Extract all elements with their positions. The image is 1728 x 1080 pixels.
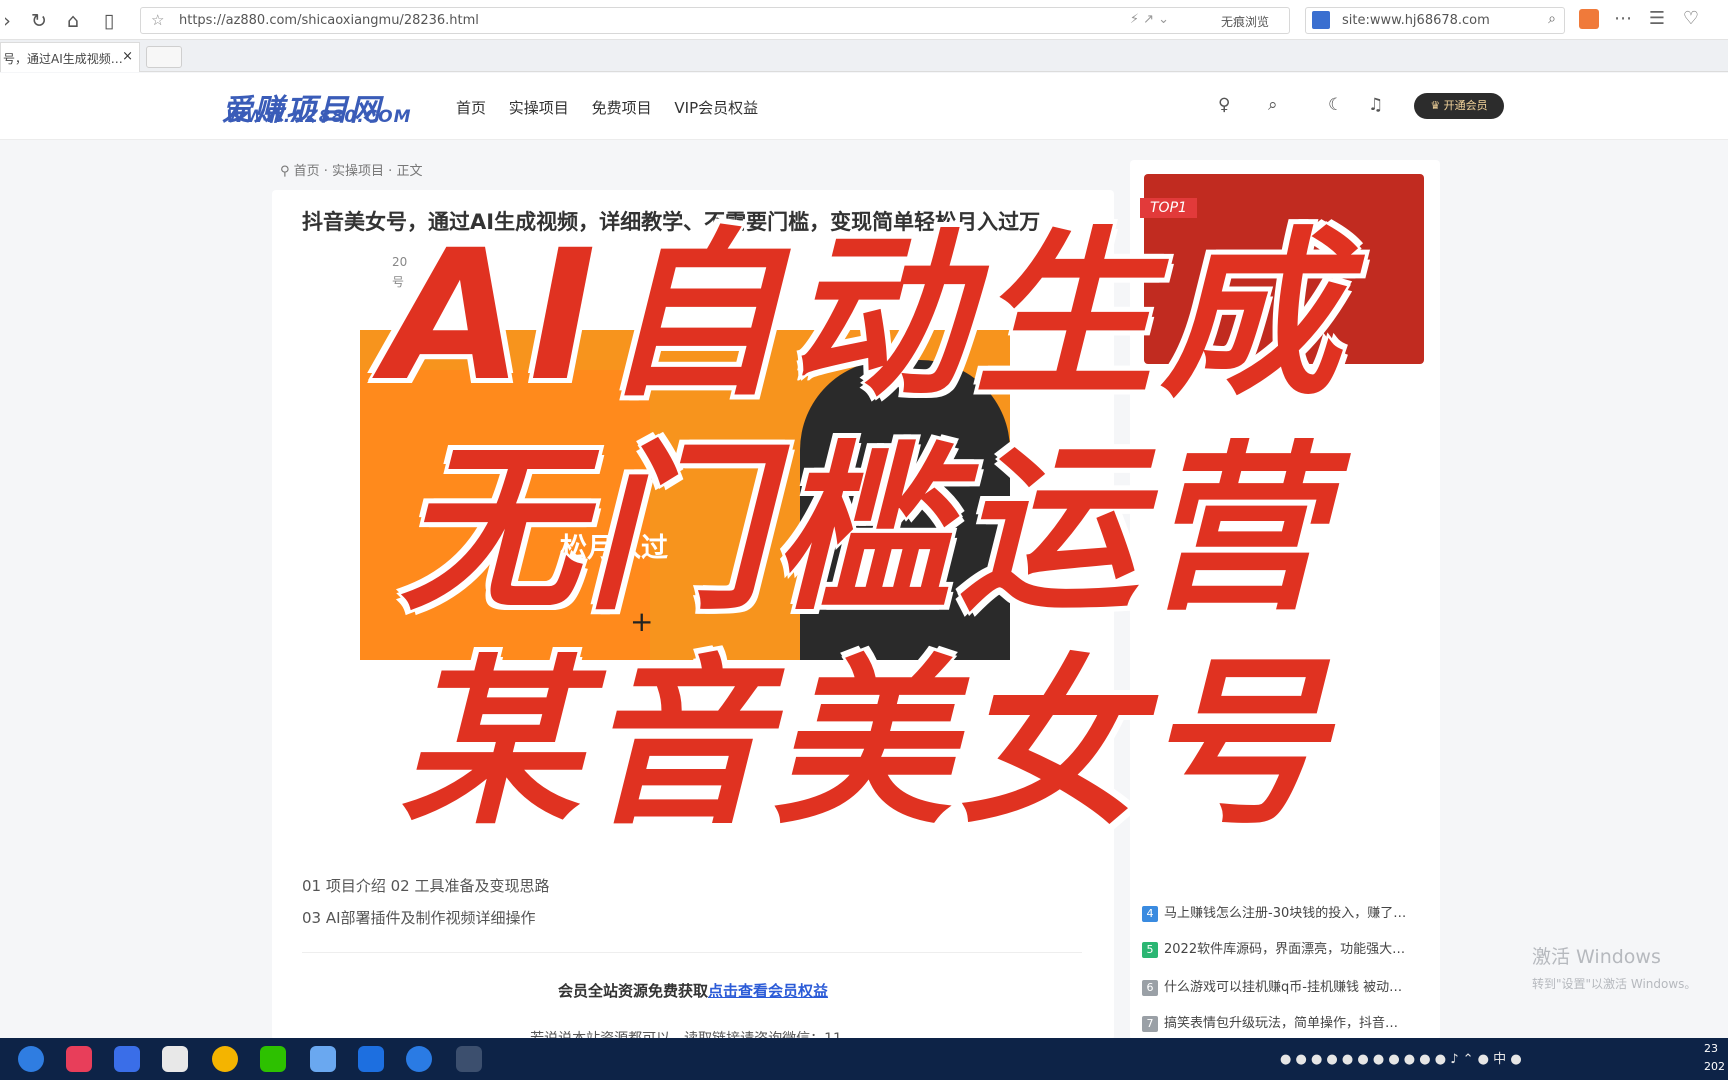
hot-rank: 6 (1142, 980, 1158, 996)
address-tools-icon[interactable]: ⚡ ↗ ⌄ (1130, 12, 1169, 27)
menu-icon[interactable]: ☰ (1640, 8, 1674, 29)
feather-icon[interactable] (358, 1046, 384, 1072)
site-logo[interactable]: 爱赚项目网 WWW.AZ880.COM (222, 85, 411, 129)
hot-list-item[interactable]: 6 什么游戏可以挂机赚q币-挂机赚钱 被动… (1142, 976, 1432, 996)
windows-activation-watermark: 激活 Windows 转到"设置"以激活 Windows。 (1532, 942, 1696, 992)
article-outline: 01 项目介绍 02 工具准备及变现思路 03 AI部署插件及制作视频详细操作 (302, 870, 549, 934)
address-bar[interactable]: ☆ https://az880.com/shicaoxiangmu/28236.… (140, 7, 1290, 34)
tab-bar: 号，通过AI生成视频… × (0, 40, 1728, 72)
member-notice: 会员全站资源免费获取点击查看会员权益 (272, 980, 1114, 1001)
chrome-icon[interactable] (212, 1046, 238, 1072)
shield-icon[interactable] (114, 1046, 140, 1072)
search-icon[interactable]: ⌕ (1548, 11, 1556, 27)
ime-indicator[interactable]: 中 (1493, 1052, 1506, 1067)
hot-list-item[interactable]: 5 2022软件库源码，界面漂亮，功能强大… (1142, 938, 1432, 958)
vip-button-label: 开通会员 (1443, 99, 1488, 112)
shirt-icon[interactable]: ♡ (1674, 8, 1708, 29)
bookmark-star-icon[interactable]: ☆ (151, 11, 164, 29)
reload-icon[interactable]: ↻ (26, 8, 52, 34)
hot-rank: 5 (1142, 942, 1158, 958)
app-icon[interactable] (310, 1046, 336, 1072)
logo-en: WWW.AZ880.COM (226, 107, 412, 127)
clock-time: 23 (1704, 1042, 1718, 1055)
taskbar-clock[interactable]: 23 202 (1704, 1040, 1725, 1076)
search-engine-icon[interactable] (1312, 11, 1330, 29)
search-input[interactable]: site:www.hj68678.com ⌕ (1305, 7, 1565, 34)
breadcrumb: ⚲ 首页 · 实操项目 · 正文 (280, 164, 423, 179)
tab-close-icon[interactable]: × (122, 49, 133, 64)
hot-rank: 7 (1142, 1016, 1158, 1032)
search-icon[interactable] (18, 1046, 44, 1072)
hot-rank: 4 (1142, 906, 1158, 922)
hot-title: 2022软件库源码，界面漂亮，功能强大… (1164, 942, 1406, 957)
member-benefits-link[interactable]: 点击查看会员权益 (708, 982, 828, 1000)
translate-icon[interactable] (1572, 8, 1606, 29)
system-tray[interactable]: ● ● ● ● ● ● ● ● ● ● ● ♪ ⌃ ● 中 ● (1280, 1048, 1522, 1067)
hot-title: 马上赚钱怎么注册-30块钱的投入，赚了… (1164, 906, 1407, 921)
hot-title: 什么游戏可以挂机赚q币-挂机赚钱 被动… (1164, 980, 1403, 995)
incognito-mode-label[interactable]: 无痕浏览 (1221, 13, 1269, 30)
moon-icon[interactable]: ☾ (1328, 95, 1343, 115)
back-icon[interactable]: › (0, 8, 20, 34)
caption-line-2: 无门槛运营 (397, 424, 1330, 638)
wechat-icon[interactable] (260, 1046, 286, 1072)
app-icon[interactable] (66, 1046, 92, 1072)
home-icon[interactable]: ⌂ (60, 8, 86, 34)
hot-list-item[interactable]: 7 搞笑表情包升级玩法，简单操作，抖音… (1142, 1012, 1432, 1032)
nav-projects[interactable]: 实操项目 (509, 99, 569, 117)
active-app-icon[interactable] (456, 1046, 482, 1072)
bell-icon[interactable]: ♫ (1368, 95, 1383, 115)
url-text: https://az880.com/shicaoxiangmu/28236.ht… (179, 13, 479, 28)
bulb-icon[interactable]: ♀ (1218, 95, 1230, 115)
browser-right-tools: ⋯ ☰ ♡ (1572, 8, 1708, 29)
site-nav: 首页 实操项目 免费项目 VIP会员权益 (456, 97, 776, 118)
activation-title: 激活 Windows (1532, 946, 1661, 968)
notes-icon[interactable] (162, 1046, 188, 1072)
nav-free[interactable]: 免费项目 (592, 99, 652, 117)
member-prefix: 会员全站资源免费获取 (557, 982, 708, 1000)
reader-icon[interactable]: ▯ (96, 8, 122, 34)
browser-toolbar: › ↻ ⌂ ▯ ☆ https://az880.com/shicaoxiangm… (0, 0, 1728, 40)
video-caption-overlay: AI自动生成 无门槛运营 某音美女号 (200, 210, 1530, 852)
search-icon[interactable]: ⌕ (1268, 95, 1278, 115)
tab-current[interactable]: 号，通过AI生成视频… × (0, 42, 140, 72)
tab-title: 号，通过AI生成视频… (3, 52, 123, 66)
caption-line-1: AI自动生成 (381, 210, 1347, 424)
windows-taskbar: ● ● ● ● ● ● ● ● ● ● ● ♪ ⌃ ● 中 ● 23 202 (0, 1038, 1728, 1080)
outline-line-1: 01 项目介绍 02 工具准备及变现思路 (302, 877, 550, 895)
new-tab-button[interactable] (146, 46, 182, 68)
hot-list-item[interactable]: 4 马上赚钱怎么注册-30块钱的投入，赚了… (1142, 902, 1432, 922)
open-vip-button[interactable]: ♛ 开通会员 (1414, 93, 1504, 119)
breadcrumb-text[interactable]: 首页 · 实操项目 · 正文 (294, 164, 423, 179)
search-query: site:www.hj68678.com (1342, 13, 1490, 28)
hot-title: 搞笑表情包升级玩法，简单操作，抖音… (1164, 1016, 1399, 1031)
outline-line-2: 03 AI部署插件及制作视频详细操作 (302, 909, 536, 927)
divider (302, 952, 1082, 953)
site-header: 爱赚项目网 WWW.AZ880.COM 首页 实操项目 免费项目 VIP会员权益… (0, 73, 1728, 140)
nav-home[interactable]: 首页 (456, 99, 486, 117)
nav-vip[interactable]: VIP会员权益 (674, 99, 758, 117)
caption-line-3: 某音美女号 (397, 638, 1330, 852)
clock-date: 202 (1704, 1060, 1725, 1073)
more-icon[interactable]: ⋯ (1606, 8, 1640, 29)
browser-icon[interactable] (406, 1046, 432, 1072)
activation-subtitle: 转到"设置"以激活 Windows。 (1532, 977, 1697, 991)
